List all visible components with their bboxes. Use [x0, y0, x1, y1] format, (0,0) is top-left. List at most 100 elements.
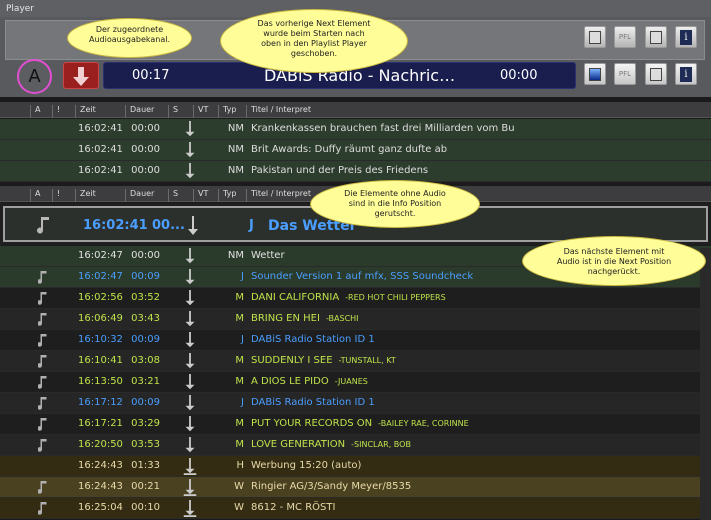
down-arrow-icon [185, 416, 195, 432]
blue-toggle-button[interactable] [584, 63, 606, 85]
down-arrow-icon [185, 353, 195, 369]
col-alert[interactable]: ! [52, 105, 60, 118]
list-button[interactable] [645, 63, 667, 85]
row-type: M [235, 355, 244, 366]
col-a[interactable]: A [30, 105, 40, 118]
down-arrow-icon [73, 67, 89, 86]
info-button-top[interactable]: i [675, 26, 697, 48]
callout-info-position: Die Elemente ohne Audio sind in die Info … [310, 180, 480, 228]
row-duration: 00:00 [131, 123, 160, 134]
col-a[interactable]: A [30, 189, 40, 202]
row-duration: 03:21 [131, 376, 160, 387]
row-duration: 03:52 [131, 292, 160, 303]
col-typ[interactable]: Typ [218, 189, 236, 202]
row-title: Krankenkassen brauchen fast drei Milliar… [251, 123, 515, 134]
playlist-row[interactable]: 16:24:43 00:21 W Ringier AG/3/Sandy Meyer/8… [0, 477, 711, 498]
callout-previous-next: Das vorherige Next Element wurde beim Sta… [220, 9, 408, 73]
pfl-button[interactable]: PFL [614, 63, 636, 85]
music-note-icon [38, 271, 47, 284]
col-vt[interactable]: VT [193, 105, 208, 118]
playlist-row[interactable]: 16:10:32 00:09 J DABiS Radio Station ID 1 [0, 330, 711, 351]
row-title-text: Werbung 15:20 (auto) [251, 460, 362, 471]
row-title-text: SUDDENLY I SEE [251, 355, 333, 366]
down-arrow-icon [185, 311, 195, 327]
row-type: NM [227, 123, 244, 134]
row-time: 16:02:41 [78, 123, 123, 134]
row-artist: -BAILEY RAE, CORINNE [378, 419, 469, 428]
col-s[interactable]: S [168, 189, 178, 202]
col-dauer[interactable]: Dauer [125, 189, 160, 202]
list-button-top[interactable] [645, 26, 667, 48]
row-time: 16:13:50 [78, 376, 123, 387]
down-arrow-icon [183, 500, 197, 517]
row-title: DABiS Radio Station ID 1 [251, 397, 381, 408]
row-title: LOVE GENERATION -SINCLAR, BOB [251, 439, 411, 450]
playlist-row[interactable]: 16:13:50 03:21 M A DIOS LE PIDO -JUANES [0, 372, 711, 393]
music-note-icon [38, 334, 47, 347]
playlist-scrollbar[interactable] [700, 248, 711, 520]
row-title: A DIOS LE PIDO -JUANES [251, 376, 368, 387]
history-row[interactable]: 16:02:41 00:00 NM Krankenkassen brauchen fa… [0, 119, 711, 140]
row-title: Wetter [251, 250, 291, 261]
col-alert[interactable]: ! [52, 189, 60, 202]
row-time: 16:10:32 [78, 334, 123, 345]
row-type: H [236, 460, 244, 471]
playlist-row[interactable]: 16:02:56 03:52 M DANI CALIFORNIA -RED HOT CH… [0, 288, 711, 309]
col-title[interactable]: Titel / Interpret [246, 189, 311, 202]
row-time: 16:02:47 [78, 250, 123, 261]
next-duration: 00... [152, 218, 185, 233]
stop-button[interactable] [63, 62, 99, 89]
playlist-row[interactable]: 16:17:21 03:29 M PUT YOUR RECORDS ON -BAILEY… [0, 414, 711, 435]
playlist-row[interactable]: 16:20:50 03:53 M LOVE GENERATION -SINCLAR, B… [0, 435, 711, 456]
square-icon [589, 31, 601, 44]
playlist-row[interactable]: 16:17:12 00:09 J DABiS Radio Station ID 1 [0, 393, 711, 414]
music-note-icon [38, 292, 47, 305]
down-arrow-icon [183, 458, 197, 475]
row-type: M [235, 292, 244, 303]
music-note-icon [38, 355, 47, 368]
now-elapsed: 00:17 [132, 68, 170, 83]
row-duration: 00:00 [131, 144, 160, 155]
col-title[interactable]: Titel / Interpret [246, 105, 311, 118]
row-duration: 01:33 [131, 460, 160, 471]
col-typ[interactable]: Typ [218, 105, 236, 118]
row-title-text: DABiS Radio Station ID 1 [251, 397, 375, 408]
pfl-button-top[interactable]: PFL [614, 26, 636, 48]
playlist-row[interactable]: 16:10:41 03:08 M SUDDENLY I SEE -TUNSTALL, K… [0, 351, 711, 372]
row-time: 16:17:21 [78, 418, 123, 429]
row-time: 16:10:41 [78, 355, 123, 366]
down-arrow-icon [188, 216, 198, 235]
row-time: 16:02:56 [78, 292, 123, 303]
row-time: 16:02:47 [78, 271, 123, 282]
row-type: J [241, 271, 244, 282]
col-vt[interactable]: VT [193, 189, 208, 202]
row-duration: 00:00 [131, 165, 160, 176]
audio-channel-indicator[interactable]: A [17, 59, 52, 94]
playlist-row[interactable]: 16:24:43 01:33 H Werbung 15:20 (auto) [0, 456, 711, 477]
col-s[interactable]: S [168, 105, 178, 118]
music-note-icon [38, 397, 47, 410]
col-zeit[interactable]: Zeit [75, 105, 125, 118]
row-time: 16:20:50 [78, 439, 123, 450]
col-zeit[interactable]: Zeit [75, 189, 125, 202]
row-title-text: 8612 - MC RÖSTI [251, 502, 336, 513]
playlist-row[interactable]: 16:25:04 00:10 W 8612 - MC RÖSTI [0, 498, 711, 519]
callout-next-position: Das nächste Element mit Audio ist in die … [522, 236, 706, 286]
row-title: PUT YOUR RECORDS ON -BAILEY RAE, CORINNE [251, 418, 469, 429]
toggle-button-1[interactable] [584, 26, 606, 48]
row-duration: 00:09 [131, 271, 160, 282]
row-type: M [235, 439, 244, 450]
down-arrow-icon [185, 290, 195, 306]
row-time: 16:17:12 [78, 397, 123, 408]
info-button[interactable]: i [675, 63, 697, 85]
down-arrow-icon [185, 374, 195, 390]
row-title: DANI CALIFORNIA -RED HOT CHILI PEPPERS [251, 292, 446, 303]
playlist-row[interactable]: 16:06:49 03:43 M BRING EN HEI -BASCHI [0, 309, 711, 330]
row-duration: 00:00 [131, 250, 160, 261]
history-row[interactable]: 16:02:41 00:00 NM Pakistan und der Preis de… [0, 161, 711, 182]
down-arrow-icon [183, 479, 197, 496]
row-title-text: Ringier AG/3/Sandy Meyer/8535 [251, 481, 412, 492]
history-row[interactable]: 16:02:41 00:00 NM Brit Awards: Duffy räumt … [0, 140, 711, 161]
row-type: NM [227, 250, 244, 261]
col-dauer[interactable]: Dauer [125, 105, 160, 118]
